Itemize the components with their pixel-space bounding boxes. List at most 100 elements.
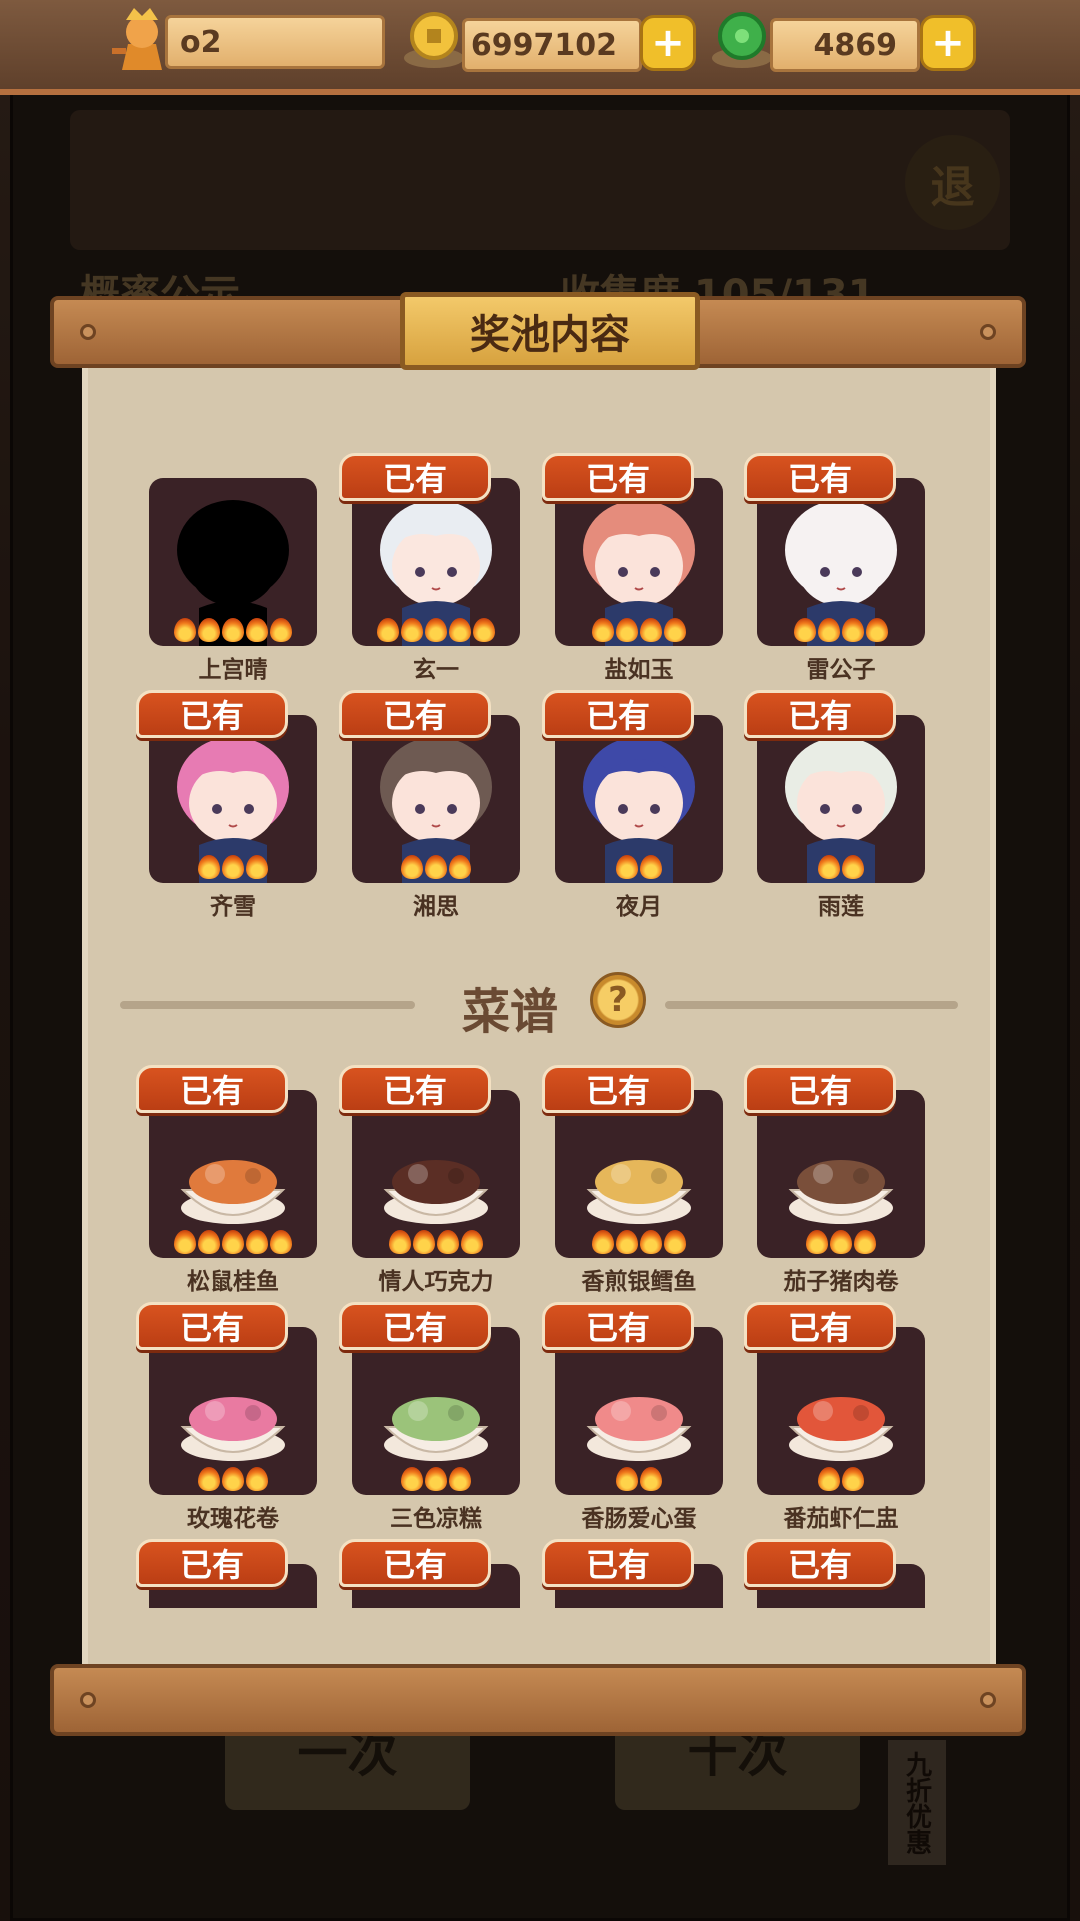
owned-badge: 已有 xyxy=(136,1065,288,1113)
flame-icon xyxy=(401,618,423,642)
flame-icon xyxy=(461,1230,483,1254)
star-rating xyxy=(555,1467,723,1491)
gem-icon xyxy=(710,8,774,72)
flame-icon xyxy=(401,855,423,879)
star-rating xyxy=(352,1467,520,1491)
flame-icon xyxy=(449,618,471,642)
owned-badge: 已有 xyxy=(136,690,288,738)
recipe-card[interactable] xyxy=(555,1327,723,1495)
flame-icon xyxy=(425,618,447,642)
flame-icon xyxy=(842,1467,864,1491)
flame-icon xyxy=(640,855,662,879)
owned-badge: 已有 xyxy=(339,453,491,501)
flame-icon xyxy=(842,618,864,642)
recipe-card[interactable] xyxy=(757,1327,925,1495)
star-rating xyxy=(352,618,520,642)
flame-icon xyxy=(198,618,220,642)
recipe-name: 番茄虾仁盅 xyxy=(783,1506,899,1532)
help-icon[interactable]: ? xyxy=(590,972,646,1028)
recipe-name: 香煎银鳕鱼 xyxy=(581,1269,697,1295)
character-card[interactable] xyxy=(757,715,925,883)
character-card[interactable] xyxy=(149,478,317,646)
recipe-card[interactable] xyxy=(149,1090,317,1258)
owned-badge: 已有 xyxy=(136,1539,288,1587)
flame-icon xyxy=(437,1230,459,1254)
flame-icon xyxy=(616,855,638,879)
flame-icon xyxy=(413,1230,435,1254)
flame-icon xyxy=(270,618,292,642)
flame-icon xyxy=(818,855,840,879)
nail-icon xyxy=(980,1692,996,1708)
flame-icon xyxy=(389,1230,411,1254)
character-card[interactable] xyxy=(352,715,520,883)
flame-icon xyxy=(401,1467,423,1491)
owned-badge: 已有 xyxy=(542,1539,694,1587)
panel-title: 奖池内容 xyxy=(400,292,700,370)
star-rating xyxy=(757,1467,925,1491)
flame-icon xyxy=(425,1467,447,1491)
owned-badge: 已有 xyxy=(339,1302,491,1350)
star-rating xyxy=(555,618,723,642)
character-name: 雨莲 xyxy=(818,894,864,920)
character-card[interactable] xyxy=(352,478,520,646)
flame-icon xyxy=(664,618,686,642)
recipe-card[interactable] xyxy=(757,1090,925,1258)
player-name-field: o2 xyxy=(165,15,385,69)
owned-badge: 已有 xyxy=(744,1065,896,1113)
gem-counter: 4869 xyxy=(770,18,920,72)
section-divider-left xyxy=(120,1001,415,1009)
star-rating xyxy=(757,1230,925,1254)
recipe-card[interactable] xyxy=(149,1327,317,1495)
flame-icon xyxy=(806,1230,828,1254)
recipe-name: 茄子猪肉卷 xyxy=(783,1269,899,1295)
flame-icon xyxy=(198,855,220,879)
flame-icon xyxy=(222,1230,244,1254)
character-card[interactable] xyxy=(757,478,925,646)
coin-value: 6997102 xyxy=(470,27,617,63)
owned-badge: 已有 xyxy=(542,1065,694,1113)
flame-icon xyxy=(842,855,864,879)
player-avatar-icon[interactable] xyxy=(112,4,172,74)
flame-icon xyxy=(174,1230,196,1254)
flame-icon xyxy=(592,1230,614,1254)
recipe-name: 香肠爱心蛋 xyxy=(581,1506,697,1532)
flame-icon xyxy=(246,1467,268,1491)
character-card[interactable] xyxy=(555,715,723,883)
owned-badge: 已有 xyxy=(542,453,694,501)
character-name: 夜月 xyxy=(616,894,662,920)
gem-value: 4869 xyxy=(813,27,898,63)
recipe-name: 三色凉糕 xyxy=(390,1506,482,1532)
flame-icon xyxy=(246,1230,268,1254)
nail-icon xyxy=(80,1692,96,1708)
add-gems-button[interactable]: + xyxy=(920,15,976,71)
coin-counter: 6997102 xyxy=(462,18,642,72)
flame-icon xyxy=(616,618,638,642)
character-name: 齐雪 xyxy=(210,894,256,920)
owned-badge: 已有 xyxy=(744,1539,896,1587)
owned-badge: 已有 xyxy=(339,690,491,738)
flame-icon xyxy=(222,618,244,642)
recipe-card[interactable] xyxy=(555,1090,723,1258)
bottom-plank xyxy=(50,1664,1026,1736)
character-card[interactable] xyxy=(149,715,317,883)
character-card[interactable] xyxy=(555,478,723,646)
flame-icon xyxy=(198,1467,220,1491)
flame-icon xyxy=(818,618,840,642)
flame-icon xyxy=(377,618,399,642)
nail-icon xyxy=(80,324,96,340)
recipe-name: 玫瑰花卷 xyxy=(187,1506,279,1532)
recipes-section-title: 菜谱 xyxy=(462,984,559,1040)
section-divider-right xyxy=(665,1001,958,1009)
flame-icon xyxy=(473,618,495,642)
flame-icon xyxy=(616,1467,638,1491)
recipe-card[interactable] xyxy=(352,1090,520,1258)
flame-icon xyxy=(866,618,888,642)
recipe-card[interactable] xyxy=(352,1327,520,1495)
coin-icon xyxy=(402,8,466,72)
recipe-name: 情人巧克力 xyxy=(378,1269,494,1295)
panel-title-text: 奖池内容 xyxy=(470,312,630,358)
owned-badge: 已有 xyxy=(339,1065,491,1113)
flame-icon xyxy=(425,855,447,879)
flame-icon xyxy=(246,618,268,642)
add-coins-button[interactable]: + xyxy=(640,15,696,71)
